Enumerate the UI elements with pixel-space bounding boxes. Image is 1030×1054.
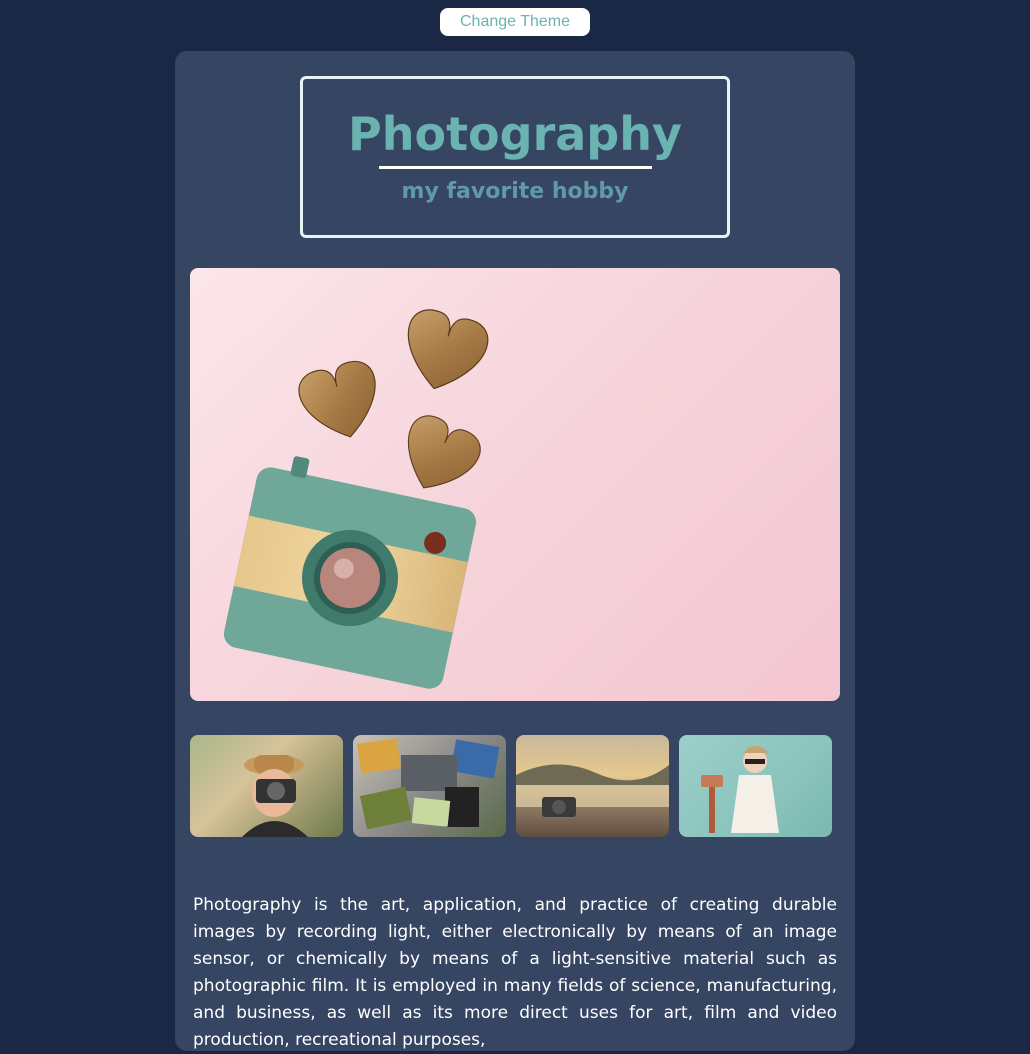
camera-with-hearts-image xyxy=(223,309,489,689)
thumbnail-gallery xyxy=(190,735,840,837)
woman-with-camera-image xyxy=(242,755,308,837)
change-theme-button[interactable]: Change Theme xyxy=(440,8,590,36)
girl-with-camera-image xyxy=(701,746,779,833)
camera-on-dock-image xyxy=(516,764,669,817)
heart-icon xyxy=(407,309,489,390)
photos-and-laptop-image xyxy=(357,738,500,830)
thumbnail-3[interactable] xyxy=(516,735,669,837)
hero-image xyxy=(190,268,840,701)
camera-icon xyxy=(223,456,477,689)
hobby-description: Photography is the art, application, and… xyxy=(193,895,837,1050)
page-title: Photography xyxy=(348,107,682,161)
heart-icon xyxy=(407,415,481,489)
main-card: Photography my favorite hobby Photograph… xyxy=(175,51,855,1051)
thumbnail-4[interactable] xyxy=(679,735,832,837)
page-subtitle: my favorite hobby xyxy=(401,179,629,204)
thumbnail-1[interactable] xyxy=(190,735,343,837)
heart-icon xyxy=(298,361,376,438)
title-underline xyxy=(379,166,652,169)
thumbnail-2[interactable] xyxy=(353,735,506,837)
title-box: Photography my favorite hobby xyxy=(300,76,730,238)
